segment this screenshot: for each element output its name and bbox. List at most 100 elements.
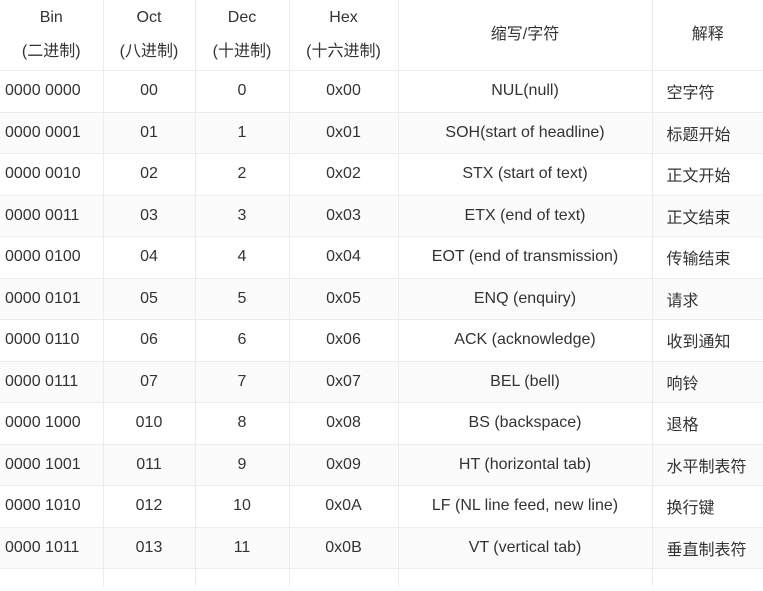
cell-bin: 0000 0110 (0, 319, 104, 362)
table-row: 0000 0101 05 5 0x05 ENQ (enquiry) 请求 (0, 278, 763, 320)
table-row: 0000 1011 013 11 0x0B VT (vertical tab) 垂直制表符 (0, 527, 763, 569)
table-body: 0000 0000 00 0 0x00 NUL(null) 空字符 0000 0001 01 1… (0, 70, 763, 587)
header-bin-sub: (二进制) (21, 43, 81, 60)
header-dec-label: Dec (227, 9, 257, 26)
cell-oct: 012 (103, 485, 196, 528)
cell-abbr: BEL (bell) (398, 361, 653, 403)
cell-hex: 0x00 (289, 70, 399, 113)
cell-oct: 06 (103, 319, 196, 362)
cell-hex: 0x08 (289, 402, 399, 445)
cell-bin: 0000 1011 (0, 527, 104, 569)
cell-hex: 0x07 (289, 361, 399, 403)
cell-desc: 正文开始 (652, 153, 763, 196)
table-row: 0000 0111 07 7 0x07 BEL (bell) 响铃 (0, 361, 763, 403)
cell-hex: 0x0B (289, 527, 399, 569)
cell-bin: 0000 0010 (0, 153, 104, 196)
header-desc: 解释 (652, 0, 763, 71)
cell-desc: 正文结束 (652, 195, 763, 237)
cell-dec: 6 (195, 319, 290, 362)
cell-desc: 空字符 (652, 70, 763, 113)
table-row: 0000 0110 06 6 0x06 ACK (acknowledge) 收到通知 (0, 319, 763, 362)
table-row: 0000 0100 04 4 0x04 EOT (end of transmission… (0, 236, 763, 279)
cell-abbr: NUL(null) (398, 70, 653, 113)
cell-oct: 01 (103, 112, 196, 154)
cell-hex: 0x09 (289, 444, 399, 486)
header-hex: Hex (十六进制) (289, 0, 399, 71)
cell-bin: 0000 0100 (0, 236, 104, 279)
cell-empty (289, 568, 399, 587)
table-row: 0000 0010 02 2 0x02 STX (start of text) 正文开始 (0, 153, 763, 196)
cell-bin: 0000 1000 (0, 402, 104, 445)
cell-bin: 0000 0101 (0, 278, 104, 320)
header-hex-sub: (十六进制) (306, 43, 381, 60)
cell-oct: 02 (103, 153, 196, 196)
ascii-table: Bin (二进制) Oct (八进制) Dec (十进制) Hex (十六进制)… (0, 0, 763, 587)
cell-dec: 10 (195, 485, 290, 528)
header-bin: Bin (二进制) (0, 0, 104, 71)
cell-abbr: ENQ (enquiry) (398, 278, 653, 320)
cell-hex: 0x06 (289, 319, 399, 362)
cell-desc: 响铃 (652, 361, 763, 403)
cell-oct: 010 (103, 402, 196, 445)
header-bin-label: Bin (39, 9, 63, 26)
table-row-cutoff (0, 568, 763, 587)
cell-hex: 0x05 (289, 278, 399, 320)
cell-dec: 2 (195, 153, 290, 196)
cell-bin: 0000 0111 (0, 361, 104, 403)
cell-hex: 0x02 (289, 153, 399, 196)
cell-oct: 05 (103, 278, 196, 320)
cell-empty (652, 568, 763, 587)
table-row: 0000 1010 012 10 0x0A LF (NL line feed, new … (0, 485, 763, 528)
table-row: 0000 0011 03 3 0x03 ETX (end of text) 正文结束 (0, 195, 763, 237)
cell-abbr: LF (NL line feed, new line) (398, 485, 653, 528)
cell-dec: 1 (195, 112, 290, 154)
cell-oct: 00 (103, 70, 196, 113)
header-row: Bin (二进制) Oct (八进制) Dec (十进制) Hex (十六进制)… (0, 0, 763, 71)
header-abbr: 缩写/字符 (398, 0, 653, 71)
table-row: 0000 0000 00 0 0x00 NUL(null) 空字符 (0, 70, 763, 113)
cell-desc: 传输结束 (652, 236, 763, 279)
cell-dec: 3 (195, 195, 290, 237)
cell-bin: 0000 0001 (0, 112, 104, 154)
cell-abbr: SOH(start of headline) (398, 112, 653, 154)
table-header: Bin (二进制) Oct (八进制) Dec (十进制) Hex (十六进制)… (0, 0, 763, 71)
cell-abbr: EOT (end of transmission) (398, 236, 653, 279)
cell-hex: 0x01 (289, 112, 399, 154)
cell-hex: 0x03 (289, 195, 399, 237)
header-dec: Dec (十进制) (195, 0, 290, 71)
cell-oct: 013 (103, 527, 196, 569)
cell-dec: 8 (195, 402, 290, 445)
cell-oct: 04 (103, 236, 196, 279)
table-row: 0000 1000 010 8 0x08 BS (backspace) 退格 (0, 402, 763, 445)
cell-bin: 0000 0011 (0, 195, 104, 237)
cell-dec: 9 (195, 444, 290, 486)
cell-dec: 0 (195, 70, 290, 113)
header-oct: Oct (八进制) (103, 0, 196, 71)
cell-bin: 0000 1010 (0, 485, 104, 528)
header-hex-label: Hex (329, 9, 358, 26)
cell-abbr: BS (backspace) (398, 402, 653, 445)
cell-desc: 退格 (652, 402, 763, 445)
cell-hex: 0x04 (289, 236, 399, 279)
table-row: 0000 0001 01 1 0x01 SOH(start of headline) 标题… (0, 112, 763, 154)
cell-empty (398, 568, 653, 587)
cell-dec: 7 (195, 361, 290, 403)
header-dec-sub: (十进制) (212, 43, 272, 60)
cell-abbr: STX (start of text) (398, 153, 653, 196)
cell-desc: 收到通知 (652, 319, 763, 362)
cell-oct: 03 (103, 195, 196, 237)
cell-empty (0, 568, 104, 587)
cell-oct: 07 (103, 361, 196, 403)
cell-desc: 标题开始 (652, 112, 763, 154)
header-oct-label: Oct (136, 9, 162, 26)
cell-abbr: ACK (acknowledge) (398, 319, 653, 362)
cell-bin: 0000 1001 (0, 444, 104, 486)
ascii-table-container: Bin (二进制) Oct (八进制) Dec (十进制) Hex (十六进制)… (0, 0, 763, 591)
cell-desc: 垂直制表符 (652, 527, 763, 569)
cell-hex: 0x0A (289, 485, 399, 528)
cell-desc: 请求 (652, 278, 763, 320)
cell-abbr: ETX (end of text) (398, 195, 653, 237)
cell-bin: 0000 0000 (0, 70, 104, 113)
cell-dec: 4 (195, 236, 290, 279)
cell-empty (195, 568, 290, 587)
